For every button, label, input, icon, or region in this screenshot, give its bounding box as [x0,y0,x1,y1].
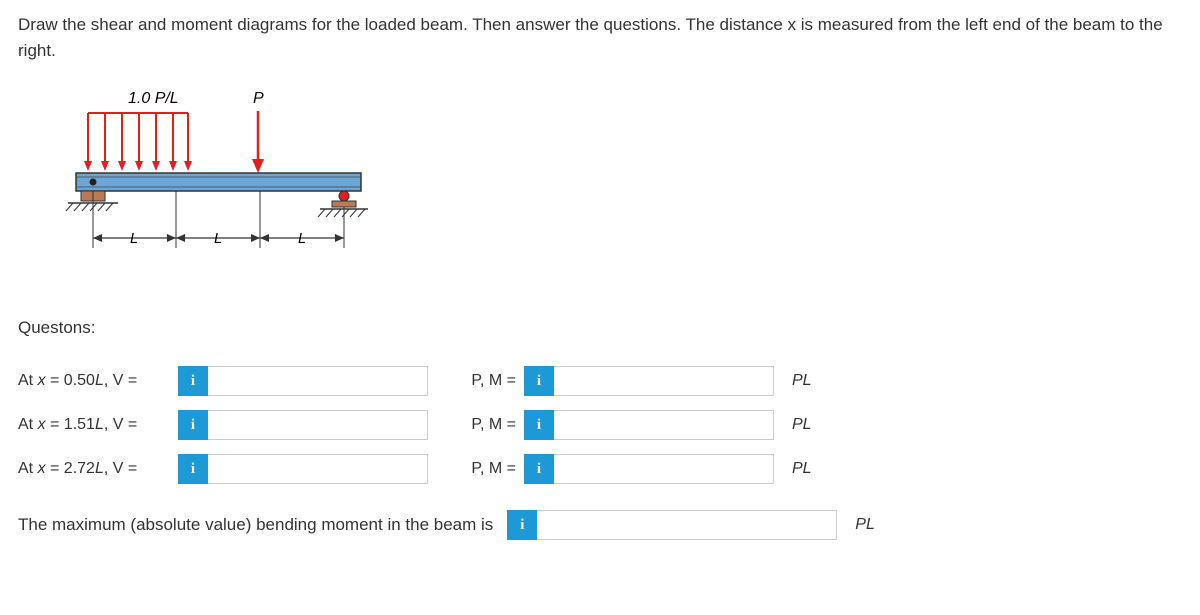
info-icon[interactable]: i [524,410,554,440]
v-input[interactable] [208,454,428,484]
info-icon[interactable]: i [178,454,208,484]
m-input[interactable] [554,366,774,396]
info-icon[interactable]: i [524,454,554,484]
info-icon[interactable]: i [507,510,537,540]
v-input[interactable] [208,410,428,440]
v-input[interactable] [208,366,428,396]
questions-header: Questons: [18,318,1182,338]
info-icon[interactable]: i [178,366,208,396]
question-row: At x = 0.50L, V = i P, M = i PL [18,366,1182,396]
m-label: P, M = [468,460,524,478]
max-moment-row: The maximum (absolute value) bending mom… [18,510,1182,540]
unit-label: PL [792,460,832,478]
unit-label: PL [855,516,895,534]
span-label-3: L [298,230,306,247]
question-row: At x = 2.72L, V = i P, M = i PL [18,454,1182,484]
v-label: At x = 0.50L, V = [18,372,178,390]
m-input[interactable] [554,454,774,484]
info-icon[interactable]: i [524,366,554,396]
max-moment-label: The maximum (absolute value) bending mom… [18,515,493,535]
unit-label: PL [792,372,832,390]
beam-diagram: 1.0 P/L P [48,83,1182,278]
m-label: P, M = [468,372,524,390]
problem-instructions: Draw the shear and moment diagrams for t… [18,12,1182,63]
span-label-2: L [214,230,222,247]
m-input[interactable] [554,410,774,440]
question-row: At x = 1.51L, V = i P, M = i PL [18,410,1182,440]
unit-label: PL [792,416,832,434]
info-icon[interactable]: i [178,410,208,440]
max-moment-input[interactable] [537,510,837,540]
point-load-label: P [253,90,264,107]
v-label: At x = 1.51L, V = [18,416,178,434]
span-label-1: L [130,230,138,247]
m-label: P, M = [468,416,524,434]
distributed-load-label: 1.0 P/L [128,90,179,107]
v-label: At x = 2.72L, V = [18,460,178,478]
